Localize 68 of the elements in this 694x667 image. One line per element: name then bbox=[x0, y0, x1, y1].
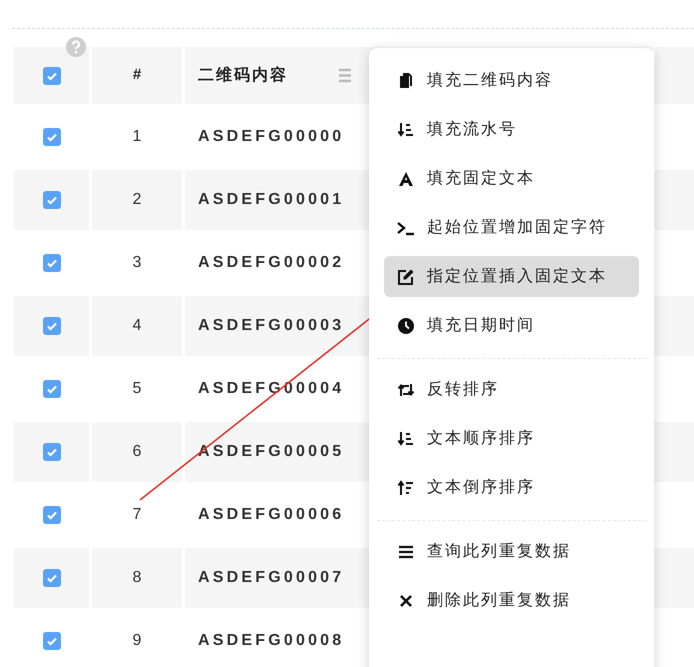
check-icon bbox=[46, 257, 58, 269]
table-cell-text: ASDEFG00000 bbox=[198, 127, 344, 147]
menu-item-label: 指定位置插入固定文本 bbox=[427, 266, 607, 286]
menu-item[interactable]: 填充日期时间 bbox=[384, 305, 639, 346]
menu-item-label: 填充二维码内容 bbox=[427, 70, 553, 90]
table-cell-text: ASDEFG00001 bbox=[198, 190, 344, 210]
menu-item-label: 填充日期时间 bbox=[427, 316, 535, 336]
row-number: 6 bbox=[132, 442, 142, 462]
menu-item[interactable]: 文本倒序排序 bbox=[384, 467, 639, 508]
row-number: 3 bbox=[132, 253, 142, 273]
row-number: 2 bbox=[132, 190, 142, 210]
checkbox[interactable] bbox=[42, 66, 60, 84]
table-cell-text: ASDEFG00006 bbox=[198, 505, 344, 525]
checkbox[interactable] bbox=[42, 506, 60, 524]
letter-a-icon bbox=[397, 170, 415, 188]
row-number: 8 bbox=[132, 568, 142, 588]
check-icon bbox=[46, 320, 58, 332]
menu-item[interactable]: 反转排序 bbox=[384, 369, 639, 410]
menu-item[interactable]: 指定位置插入固定文本 bbox=[384, 256, 639, 297]
check-icon bbox=[46, 635, 58, 647]
copy-icon bbox=[397, 72, 415, 90]
table-cell-text: ASDEFG00005 bbox=[198, 442, 344, 462]
check-icon bbox=[46, 446, 58, 458]
sort-down-icon bbox=[397, 120, 415, 138]
edit-icon bbox=[397, 268, 415, 286]
menu-item[interactable]: 填充二维码内容 bbox=[384, 60, 639, 101]
checkbox[interactable] bbox=[42, 254, 60, 272]
menu-item-label: 反转排序 bbox=[427, 380, 499, 400]
row-number: 9 bbox=[132, 631, 142, 651]
menu-item[interactable]: 文本顺序排序 bbox=[384, 418, 639, 459]
checkbox[interactable] bbox=[42, 380, 60, 398]
row-number: 5 bbox=[132, 379, 142, 399]
check-icon bbox=[46, 131, 58, 143]
menu-item-label: 查询此列重复数据 bbox=[427, 542, 571, 562]
check-icon bbox=[46, 572, 58, 584]
check-icon bbox=[46, 509, 58, 521]
row-number: 1 bbox=[132, 127, 142, 147]
menu-item[interactable]: 填充流水号 bbox=[384, 109, 639, 150]
table-cell-text: ASDEFG00007 bbox=[198, 568, 344, 588]
menu-item-label: 文本倒序排序 bbox=[427, 478, 535, 498]
table-cell-text: ASDEFG00003 bbox=[198, 316, 344, 336]
row-number: 4 bbox=[132, 316, 142, 336]
checkbox[interactable] bbox=[42, 569, 60, 587]
menu-item[interactable]: 删除此列重复数据 bbox=[384, 580, 639, 621]
menu-item-label: 文本顺序排序 bbox=[427, 428, 535, 448]
sort-down-icon bbox=[397, 430, 415, 448]
menu-item-label: 删除此列重复数据 bbox=[427, 590, 571, 610]
menu-item-label: 填充固定文本 bbox=[427, 168, 535, 188]
menu-item-label: 填充流水号 bbox=[427, 120, 517, 140]
sort-up-icon bbox=[397, 478, 415, 496]
menu-item[interactable]: 起始位置增加固定字符 bbox=[384, 207, 639, 248]
checkbox[interactable] bbox=[42, 191, 60, 209]
column-menu-icon[interactable] bbox=[339, 68, 351, 83]
column-header: 二维码内容 bbox=[198, 65, 288, 86]
clock-icon bbox=[397, 316, 415, 334]
table-cell-text: ASDEFG00008 bbox=[198, 631, 344, 651]
column-header: # bbox=[132, 65, 142, 86]
checkbox[interactable] bbox=[42, 128, 60, 146]
checkbox[interactable] bbox=[42, 317, 60, 335]
menu-item[interactable]: 查询此列重复数据 bbox=[384, 531, 639, 572]
checkbox[interactable] bbox=[42, 632, 60, 650]
table-cell-text: ASDEFG00002 bbox=[198, 253, 344, 273]
row-number: 7 bbox=[132, 505, 142, 525]
checkbox[interactable] bbox=[42, 443, 60, 461]
menu-item-label: 起始位置增加固定字符 bbox=[427, 218, 607, 238]
check-icon bbox=[46, 194, 58, 206]
menu-item[interactable]: 填充固定文本 bbox=[384, 158, 639, 199]
check-icon bbox=[46, 383, 58, 395]
